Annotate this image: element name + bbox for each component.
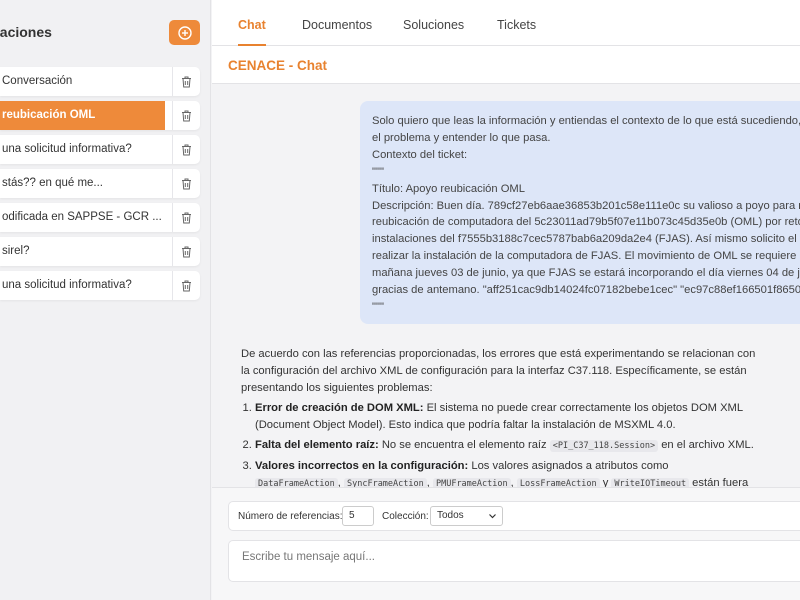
trash-icon: [182, 246, 191, 257]
issue-text: en el archivo XML.: [658, 438, 754, 451]
trash-icon: [182, 212, 191, 223]
trash-icon: [182, 144, 191, 155]
user-message-line: Descripción: Buen día. 789cf27eb6aae3685…: [372, 199, 800, 212]
refs-count-input[interactable]: 5: [342, 506, 374, 526]
conversation-label: Conversación: [2, 75, 73, 87]
chat-controls: Número de referencias: 5 Colección: Todo…: [212, 487, 800, 600]
issue-text: Los valores asignados a atributos como: [468, 459, 669, 472]
trash-icon: [182, 280, 191, 291]
user-message-line: Título: Apoyo reubicación OML: [372, 182, 525, 195]
user-message-line: """: [372, 165, 384, 178]
options-row: Número de referencias: 5 Colección: Todo…: [228, 501, 800, 531]
collection-value: Todos: [437, 510, 464, 521]
inline-code: <PI_C37_118.Session>: [549, 439, 659, 452]
user-message-line: realizar la instalación de la computador…: [372, 250, 800, 263]
issue-item: Falta del elemento raíz: No se encuentra…: [255, 437, 761, 455]
user-message-line: el problema y entender lo que pasa.: [372, 131, 551, 144]
sidebar: saciones Conversación reubicación OML un…: [0, 0, 211, 600]
chat-header: CENACE - Chat: [212, 46, 800, 84]
delete-conversation-button[interactable]: [172, 203, 200, 232]
issue-item: Valores incorrectos en la configuración:…: [255, 458, 761, 487]
assistant-issue-list: Error de creación de DOM XML: El sistema…: [241, 400, 761, 487]
delete-conversation-button[interactable]: [172, 271, 200, 300]
conversation-item[interactable]: una solicitud informativa?: [0, 271, 200, 300]
delete-conversation-button[interactable]: [172, 169, 200, 198]
delete-conversation-button[interactable]: [172, 237, 200, 266]
user-message-line: Solo quiero que leas la información y en…: [372, 115, 800, 127]
issue-title: Error de creación de DOM XML:: [255, 402, 424, 415]
delete-conversation-button[interactable]: [172, 135, 200, 164]
issue-text: No se encuentra el elemento raíz: [378, 438, 550, 451]
issue-text: y: [602, 476, 609, 487]
collection-select[interactable]: Todos: [430, 506, 503, 526]
conversation-label: reubicación OML: [0, 101, 165, 130]
message-input[interactable]: Escribe tu mensaje aquí...: [228, 540, 800, 582]
messages-area[interactable]: Solo quiero que leas la información y en…: [212, 84, 800, 487]
user-message-line: instalaciones del f7555b3188c7cec5787bab…: [372, 233, 800, 246]
sidebar-header: saciones: [0, 0, 211, 62]
plus-circle-icon: [177, 25, 192, 40]
inline-code: LossFrameAction: [516, 477, 600, 487]
chevron-down-icon: [489, 514, 496, 519]
conversation-item[interactable]: stás?? en qué me...: [0, 169, 200, 198]
chat-title: CENACE - Chat: [228, 58, 328, 73]
trash-icon: [182, 76, 191, 87]
conversation-label: stás?? en qué me...: [2, 177, 104, 189]
conversation-label: una solicitud informativa?: [2, 279, 132, 291]
inline-code: DataFrameAction: [255, 477, 338, 487]
conversation-item[interactable]: Conversación: [0, 67, 200, 96]
tab-chat[interactable]: Chat: [238, 0, 266, 46]
user-message-line: mañana jueves 03 de junio, ya que FJAS s…: [372, 267, 800, 280]
inline-code: PMUFrameAction: [432, 477, 511, 487]
trash-icon: [182, 110, 191, 121]
issue-title: Valores incorrectos en la configuración:: [255, 459, 469, 472]
top-nav: Chat Documentos Soluciones Tickets: [212, 0, 800, 46]
sidebar-title: saciones: [0, 24, 52, 40]
new-conversation-button[interactable]: [169, 20, 200, 45]
conversation-label: odificada en SAPPSE - GCR ...: [2, 211, 162, 223]
user-message-line: reubicación de computadora del 5c23011ad…: [372, 216, 800, 229]
tab-soluciones[interactable]: Soluciones: [403, 0, 464, 46]
conversation-item[interactable]: sirel?: [0, 237, 200, 266]
collection-label: Colección:: [382, 511, 429, 522]
tab-documentos[interactable]: Documentos: [302, 0, 372, 46]
conversation-label: sirel?: [2, 245, 30, 257]
user-message-bubble: Solo quiero que leas la información y en…: [360, 101, 800, 324]
assistant-intro: De acuerdo con las referencias proporcio…: [241, 348, 756, 394]
user-message-line: """: [372, 300, 384, 313]
refs-label: Número de referencias:: [238, 511, 343, 522]
tab-tickets[interactable]: Tickets: [497, 0, 536, 46]
inline-code: SyncFrameAction: [343, 477, 427, 487]
inline-code: WriteIOTimeout: [611, 477, 690, 487]
delete-conversation-button[interactable]: [172, 101, 200, 130]
trash-icon: [182, 178, 191, 189]
issue-title: Falta del elemento raíz:: [255, 438, 379, 451]
conversation-item[interactable]: odificada en SAPPSE - GCR ...: [0, 203, 200, 232]
assistant-message: De acuerdo con las referencias proporcio…: [241, 346, 761, 487]
issue-item: Error de creación de DOM XML: El sistema…: [255, 400, 761, 434]
conversation-item-active[interactable]: reubicación OML: [0, 101, 200, 130]
user-message-line: gracias de antemano. "aff251cac9db14024f…: [372, 284, 800, 297]
conversation-label: una solicitud informativa?: [2, 143, 132, 155]
user-message-line: Contexto del ticket:: [372, 148, 468, 161]
delete-conversation-button[interactable]: [172, 67, 200, 96]
conversation-item[interactable]: una solicitud informativa?: [0, 135, 200, 164]
